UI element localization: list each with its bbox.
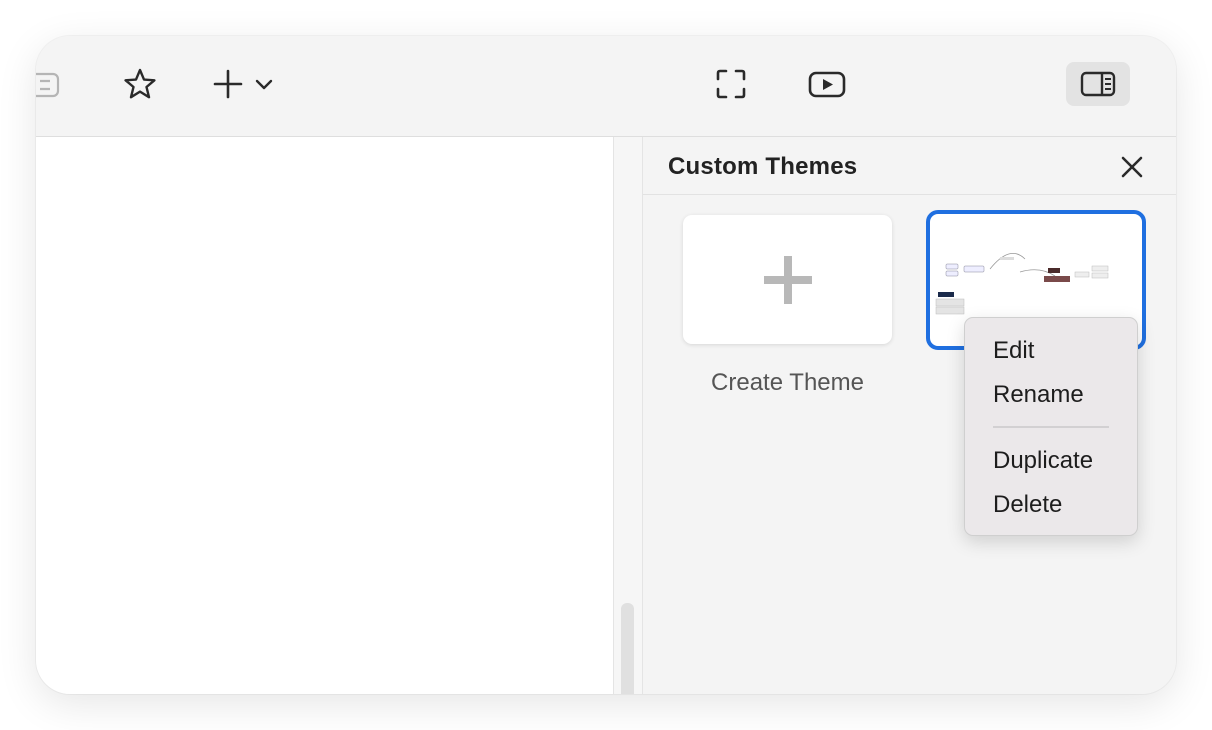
sidebar-toggle-icon[interactable] <box>36 68 64 102</box>
menu-item-delete[interactable]: Delete <box>993 491 1062 519</box>
star-icon[interactable] <box>120 66 160 102</box>
fullscreen-icon[interactable] <box>712 66 750 102</box>
add-menu-button[interactable] <box>210 66 280 102</box>
add-icon <box>213 69 273 99</box>
menu-separator <box>993 426 1109 428</box>
scrollbar-thumb[interactable] <box>621 603 634 694</box>
context-menu: Edit Rename Duplicate Delete <box>964 317 1138 536</box>
panel-header: Custom Themes <box>643 137 1176 195</box>
create-theme-card[interactable] <box>683 215 892 344</box>
create-theme-label[interactable]: Create Theme <box>683 369 892 397</box>
menu-item-edit[interactable]: Edit <box>993 337 1034 365</box>
play-icon[interactable] <box>806 66 848 102</box>
panel-toggle-icon[interactable] <box>1066 62 1130 106</box>
toolbar <box>36 36 1176 137</box>
scrollbar[interactable] <box>613 137 643 694</box>
close-icon[interactable] <box>1116 151 1148 183</box>
app-window: Custom Themes Create Theme Edit Rename D… <box>36 36 1176 694</box>
plus-icon <box>763 255 812 304</box>
menu-item-duplicate[interactable]: Duplicate <box>993 447 1093 475</box>
mind-map-canvas[interactable] <box>36 137 613 694</box>
panel-title: Custom Themes <box>668 153 858 180</box>
menu-item-rename[interactable]: Rename <box>993 381 1084 409</box>
